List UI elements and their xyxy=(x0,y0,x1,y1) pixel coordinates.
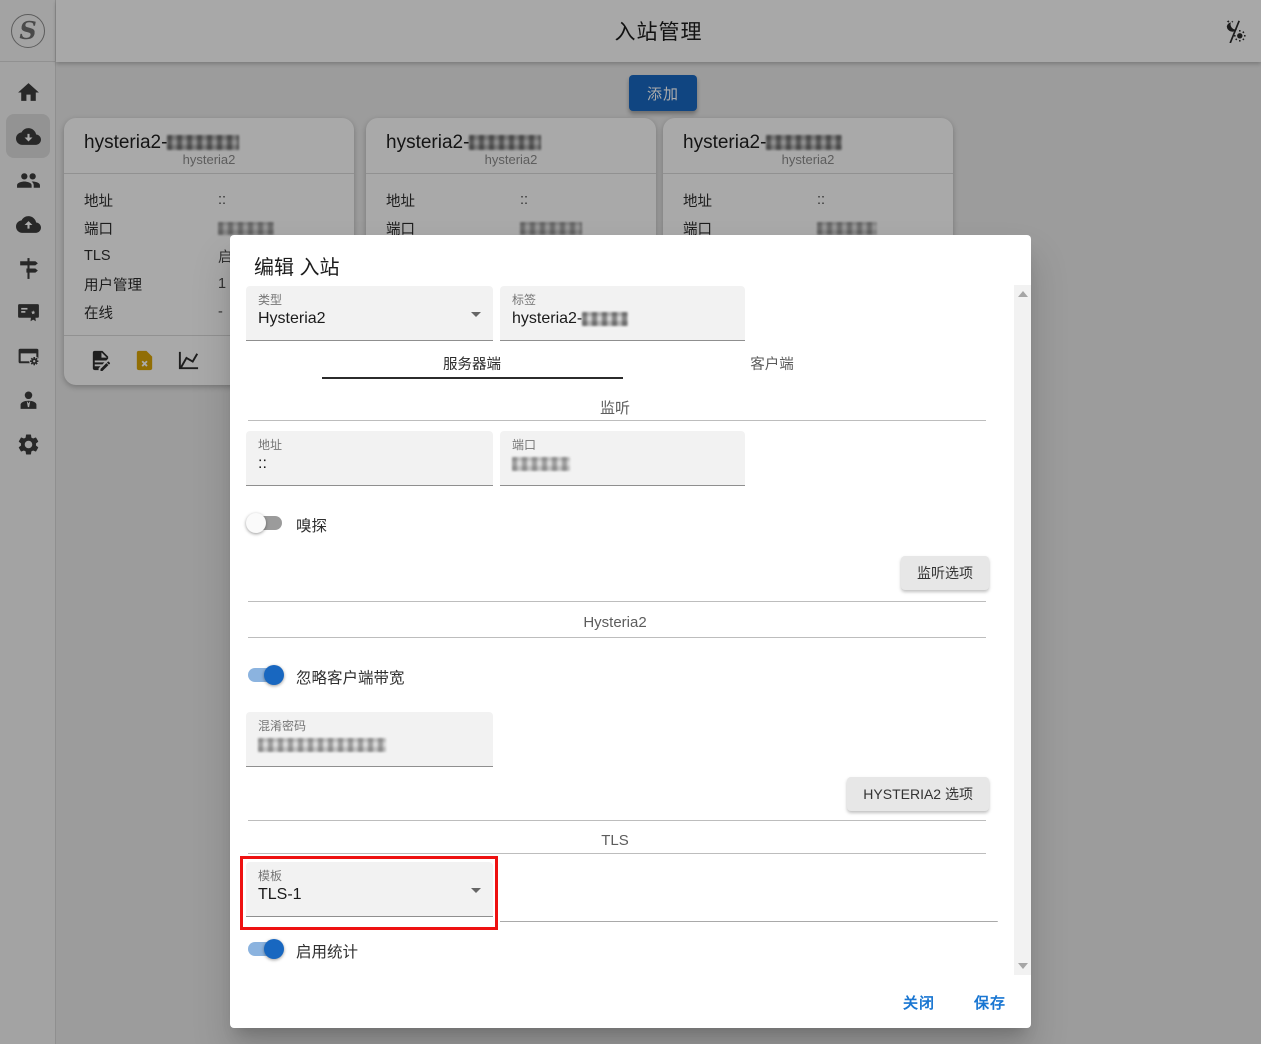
field-value xyxy=(258,736,481,754)
dialog-title: 编辑 入站 xyxy=(254,256,340,279)
field-label: 地址 xyxy=(258,438,283,452)
obfs-password-input[interactable]: 混淆密码 xyxy=(246,712,493,767)
field-value xyxy=(512,455,733,473)
annotation-highlight-box xyxy=(240,856,498,930)
listen-port-input[interactable]: 端口 xyxy=(500,431,745,486)
field-label: 类型 xyxy=(258,293,283,307)
dialog-footer: 关闭 保存 xyxy=(230,975,1031,1028)
dialog-scrollbar[interactable] xyxy=(1014,285,1031,975)
divider xyxy=(500,921,998,922)
listen-options-button[interactable]: 监听选项 xyxy=(901,556,989,590)
divider xyxy=(248,853,986,854)
divider xyxy=(248,637,986,638)
section-title-listen: 监听 xyxy=(599,400,630,417)
tag-prefix: hysteria2- xyxy=(512,310,583,327)
enable-stats-toggle[interactable] xyxy=(246,937,284,961)
section-title-tls: TLS xyxy=(601,832,629,849)
toggle-thumb xyxy=(264,939,284,959)
redacted-tag xyxy=(582,311,629,326)
tab-server[interactable]: 服务器端 xyxy=(322,347,622,379)
field-value: Hysteria2 xyxy=(258,310,326,327)
toggle-thumb xyxy=(246,513,266,533)
field-label: 标签 xyxy=(512,293,537,307)
listen-address-input[interactable]: 地址 :: xyxy=(246,431,493,486)
tag-input[interactable]: 标签 hysteria2- xyxy=(500,286,745,341)
sniffing-toggle[interactable] xyxy=(246,511,284,535)
chevron-down-icon xyxy=(471,312,481,317)
scroll-up-arrow-icon[interactable] xyxy=(1018,291,1028,297)
field-label: 端口 xyxy=(512,438,537,452)
redacted-port xyxy=(512,456,570,471)
save-button[interactable]: 保存 xyxy=(974,986,1006,1018)
edit-inbound-dialog: 编辑 入站 类型 Hysteria2 标签 hysteria2- 服务器端 客户… xyxy=(230,235,1031,1028)
dialog-body: 类型 Hysteria2 标签 hysteria2- 服务器端 客户端 监听 地… xyxy=(230,285,1031,975)
ignore-client-bandwidth-toggle[interactable] xyxy=(246,663,284,687)
tab-client[interactable]: 客户端 xyxy=(622,347,922,379)
section-title-hysteria2: Hysteria2 xyxy=(583,614,647,631)
divider xyxy=(248,601,986,602)
tab-indicator xyxy=(322,377,623,379)
type-select[interactable]: 类型 Hysteria2 xyxy=(246,286,493,341)
enable-stats-label: 启用统计 xyxy=(296,944,359,961)
scroll-down-arrow-icon[interactable] xyxy=(1018,963,1028,969)
field-value: :: xyxy=(258,455,267,472)
toggle-thumb xyxy=(264,665,284,685)
sniffing-label: 嗅探 xyxy=(296,518,328,535)
divider xyxy=(248,420,986,421)
redacted-obfs-password xyxy=(258,737,386,752)
ignore-client-bandwidth-label: 忽略客户端带宽 xyxy=(296,670,405,687)
field-value: hysteria2- xyxy=(512,310,733,328)
divider xyxy=(248,820,986,821)
hysteria2-options-button[interactable]: HYSTERIA2 选项 xyxy=(847,777,989,811)
close-button[interactable]: 关闭 xyxy=(903,986,935,1018)
field-label: 混淆密码 xyxy=(258,719,307,733)
screen: S 入站管理 添加 hysteria2- hysteria2 地址:: 端口 … xyxy=(0,0,1261,1044)
